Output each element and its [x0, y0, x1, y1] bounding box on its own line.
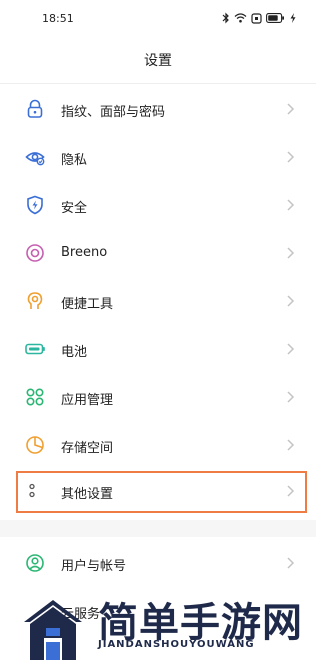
charging-icon — [290, 13, 296, 23]
settings-item-biometrics[interactable]: 指纹、面部与密码 — [0, 86, 316, 134]
shield-icon — [27, 195, 43, 215]
header-divider — [0, 83, 316, 84]
chevron-right-icon — [287, 247, 295, 259]
hand-tool-icon — [27, 292, 43, 309]
settings-item-user-accounts[interactable]: 用户与帐号 — [0, 540, 316, 588]
highlight-box — [16, 471, 307, 513]
breeno-icon — [26, 244, 44, 262]
chevron-right-icon — [287, 391, 295, 403]
house-logo-icon — [24, 600, 82, 660]
settings-item-label: 存储空间 — [61, 441, 114, 456]
chevron-right-icon — [287, 199, 295, 211]
settings-item-convenience-tools[interactable]: 便捷工具 — [0, 278, 316, 326]
wifi-icon — [234, 13, 247, 23]
settings-item-privacy[interactable]: 隐私 — [0, 134, 316, 182]
settings-item-label: 指纹、面部与密码 — [61, 105, 166, 120]
chevron-right-icon — [287, 557, 295, 569]
settings-item-label: 用户与帐号 — [61, 559, 127, 574]
section-separator — [0, 520, 316, 537]
bluetooth-icon — [222, 12, 229, 24]
chevron-right-icon — [287, 439, 295, 451]
chevron-right-icon — [287, 343, 295, 355]
lock-icon — [27, 99, 43, 118]
settings-item-storage[interactable]: 存储空间 — [0, 422, 316, 470]
settings-item-app-management[interactable]: 应用管理 — [0, 374, 316, 422]
settings-item-security[interactable]: 安全 — [0, 182, 316, 230]
battery-icon — [25, 343, 45, 355]
apps-grid-icon — [26, 388, 44, 406]
chevron-right-icon — [287, 103, 295, 115]
status-icons — [222, 11, 296, 25]
settings-item-breeno[interactable]: Breeno — [0, 230, 316, 278]
chevron-right-icon — [287, 151, 295, 163]
settings-item-label: 安全 — [61, 201, 88, 216]
settings-item-label: 应用管理 — [61, 393, 114, 408]
watermark-subtitle: JIANDANSHOUYOUWANG — [98, 639, 255, 650]
storage-pie-icon — [26, 436, 44, 454]
status-bar: 18:51 — [0, 0, 316, 40]
privacy-eye-icon — [25, 152, 45, 166]
nfc-icon — [251, 12, 262, 24]
page-title: 设置 — [144, 53, 172, 69]
chevron-right-icon — [287, 295, 295, 307]
settings-item-label: 电池 — [61, 345, 88, 360]
battery-status-icon — [266, 13, 284, 23]
user-icon — [26, 554, 44, 572]
settings-item-label: Breeno — [61, 245, 108, 260]
settings-item-label: 隐私 — [61, 153, 88, 168]
settings-item-label: 便捷工具 — [61, 297, 114, 312]
status-time: 18:51 — [42, 12, 74, 25]
watermark: 简单手游网 JIANDANSHOUYOUWANG — [0, 584, 316, 664]
settings-item-battery[interactable]: 电池 — [0, 326, 316, 374]
